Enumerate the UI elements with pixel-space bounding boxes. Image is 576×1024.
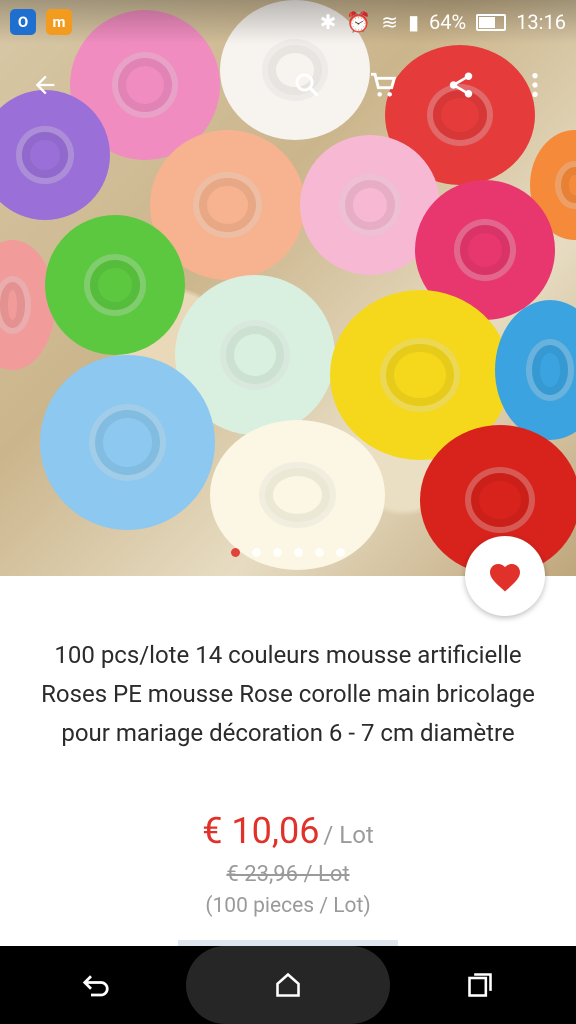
pieces-per-lot: (100 pieces / Lot) [205, 894, 371, 918]
carousel-dot[interactable] [252, 548, 261, 557]
more-vert-icon [532, 72, 538, 98]
product-title: 100 pcs/lote 14 couleurs mousse artifici… [41, 641, 535, 747]
product-price: € 10,06 [202, 810, 320, 852]
wishlist-button[interactable] [465, 536, 545, 616]
status-bar: O m ✱ ⏰ ≋ ▮ 64% 13:16 [0, 0, 576, 44]
alarm-icon: ⏰ [346, 10, 372, 34]
carousel-dot[interactable] [336, 548, 345, 557]
search-icon [295, 73, 319, 97]
carousel-dot[interactable] [315, 548, 324, 557]
signal-icon: ▮ [408, 10, 420, 34]
carousel-dot[interactable] [294, 548, 303, 557]
nav-home-button[interactable] [258, 955, 318, 1015]
home-icon [276, 972, 300, 997]
cart-button[interactable] [358, 60, 408, 110]
price-row: € 10,06 / Lot [0, 810, 576, 852]
salmon-rose [0, 240, 55, 370]
clock: 13:16 [516, 10, 566, 34]
original-price: € 23,96 / Lot [226, 862, 350, 887]
product-toolbar [0, 60, 576, 110]
share-button[interactable] [436, 60, 486, 110]
heart-icon [490, 564, 520, 592]
system-nav-bar [0, 946, 576, 1024]
outlook-app-icon: O [10, 9, 36, 35]
carousel-dot[interactable] [231, 548, 240, 557]
share-icon [449, 72, 473, 98]
search-button[interactable] [282, 60, 332, 110]
battery-percent: 64% [429, 10, 467, 34]
back-button[interactable] [20, 60, 70, 110]
nav-back-button[interactable] [66, 955, 126, 1015]
cart-icon [371, 72, 397, 97]
price-unit: / Lot [323, 821, 374, 849]
carousel-dot[interactable] [273, 548, 282, 557]
recents-icon [468, 973, 492, 997]
light-blue-rose [40, 355, 215, 530]
green-rose [45, 215, 185, 355]
arrow-back-icon [35, 75, 55, 95]
more-button[interactable] [515, 60, 555, 110]
back-icon [82, 975, 109, 997]
m-app-icon: m [46, 9, 72, 35]
blue-rose [495, 300, 576, 440]
wifi-icon: ≋ [381, 10, 399, 34]
bluetooth-icon: ✱ [319, 10, 337, 34]
battery-icon [476, 13, 507, 31]
nav-recents-button[interactable] [450, 955, 510, 1015]
